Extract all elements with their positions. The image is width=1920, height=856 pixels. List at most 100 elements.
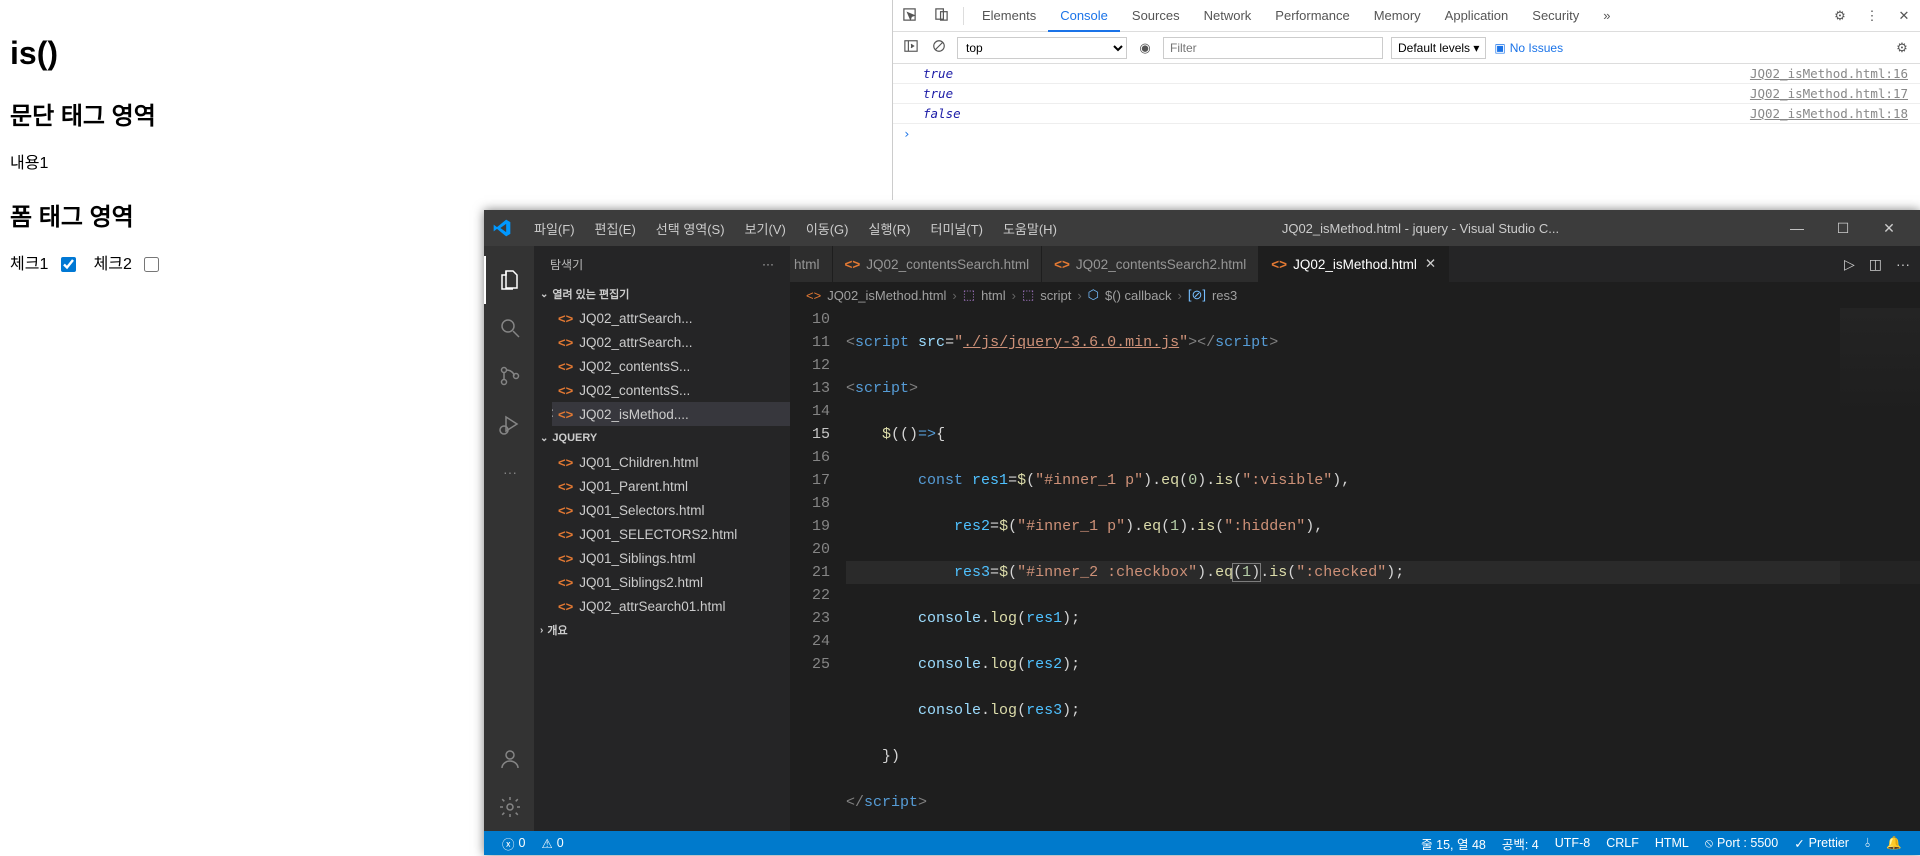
encoding[interactable]: UTF-8 xyxy=(1547,836,1598,850)
tab-more[interactable]: » xyxy=(1591,0,1622,32)
code-editor[interactable]: 10 11 12 13 14 15 16 17 18 19 20 21 22 2… xyxy=(790,308,1920,831)
more-icon[interactable]: ··· xyxy=(1896,256,1910,272)
tab-security[interactable]: Security xyxy=(1520,0,1591,32)
checkbox-1[interactable] xyxy=(61,257,76,272)
minimap[interactable] xyxy=(1840,308,1920,668)
file-item[interactable]: <>JQ01_SELECTORS2.html xyxy=(552,522,790,546)
more-icon[interactable]: ··· xyxy=(762,257,774,271)
live-server-port[interactable]: ⦸Port : 5500 xyxy=(1697,836,1786,851)
console-log-row: true JQ02_isMethod.html:16 xyxy=(893,64,1920,84)
method-icon: ⬡ xyxy=(1088,287,1099,303)
more-icon[interactable]: ··· xyxy=(484,448,534,496)
section-heading-1: 문단 태그 영역 xyxy=(10,96,710,131)
feedback-icon[interactable]: ⫰ xyxy=(1857,836,1878,851)
eye-icon[interactable]: ◉ xyxy=(1135,40,1155,56)
html-file-icon: <> xyxy=(1054,257,1070,272)
file-item[interactable]: <>JQ01_Parent.html xyxy=(552,474,790,498)
scm-icon[interactable] xyxy=(484,352,534,400)
tab-console[interactable]: Console xyxy=(1048,0,1120,32)
open-editor-item[interactable]: <>JQ02_contentsS... xyxy=(552,354,790,378)
open-editors-header[interactable]: ⌄ 열려 있는 편집기 xyxy=(534,282,790,306)
editor-tab[interactable]: <>JQ02_contentsSearch2.html xyxy=(1042,246,1259,282)
open-editor-item[interactable]: <>JQ02_contentsS... xyxy=(552,378,790,402)
file-item[interactable]: <>JQ01_Siblings2.html xyxy=(552,570,790,594)
gear-icon[interactable]: ⚙ xyxy=(1892,40,1912,56)
file-item[interactable]: <>JQ01_Selectors.html xyxy=(552,498,790,522)
console-toolbar: top ◉ Default levels ▾ ▣ No Issues ⚙ xyxy=(893,32,1920,64)
close-button[interactable]: ✕ xyxy=(1866,210,1912,246)
account-icon[interactable] xyxy=(484,735,534,783)
outline-header[interactable]: › 개요 xyxy=(534,618,790,642)
open-editor-item[interactable]: ✕<>JQ02_isMethod.... xyxy=(552,402,790,426)
errors-count[interactable]: ⓧ0 xyxy=(494,834,533,853)
gear-icon[interactable]: ⚙ xyxy=(1824,8,1856,24)
settings-gear-icon[interactable] xyxy=(484,783,534,831)
tab-sources[interactable]: Sources xyxy=(1120,0,1192,32)
tab-memory[interactable]: Memory xyxy=(1362,0,1433,32)
open-editor-item[interactable]: <>JQ02_attrSearch... xyxy=(552,306,790,330)
vscode-window: 파일(F) 편집(E) 선택 영역(S) 보기(V) 이동(G) 실행(R) 터… xyxy=(484,210,1920,855)
editor-tab[interactable]: html xyxy=(790,246,833,282)
log-value: true xyxy=(923,66,1750,81)
menu-view[interactable]: 보기(V) xyxy=(735,219,796,238)
filter-input[interactable] xyxy=(1163,37,1383,59)
levels-select[interactable]: Default levels ▾ xyxy=(1391,37,1486,59)
maximize-button[interactable]: ☐ xyxy=(1820,210,1866,246)
log-source-link[interactable]: JQ02_isMethod.html:17 xyxy=(1750,86,1920,101)
menu-terminal[interactable]: 터미널(T) xyxy=(920,219,992,238)
eol[interactable]: CRLF xyxy=(1598,836,1647,850)
html-file-icon: <> xyxy=(558,407,573,422)
no-issues-badge[interactable]: ▣ No Issues xyxy=(1494,41,1563,55)
split-editor-icon[interactable]: ◫ xyxy=(1869,256,1882,273)
close-icon[interactable]: ✕ xyxy=(1888,8,1920,24)
menu-selection[interactable]: 선택 영역(S) xyxy=(646,219,735,238)
menu-edit[interactable]: 편집(E) xyxy=(585,219,646,238)
editor-tab[interactable]: <>JQ02_isMethod.html✕ xyxy=(1259,246,1449,282)
menu-help[interactable]: 도움말(H) xyxy=(993,219,1067,238)
tab-application[interactable]: Application xyxy=(1433,0,1521,32)
log-source-link[interactable]: JQ02_isMethod.html:18 xyxy=(1750,106,1920,121)
window-title: JQ02_isMethod.html - jquery - Visual Stu… xyxy=(1067,221,1774,236)
warning-icon: ⚠ xyxy=(541,836,552,851)
code-lines[interactable]: <script src="./js/jquery-3.6.0.min.js"><… xyxy=(846,308,1920,831)
sidebar-toggle-icon[interactable] xyxy=(901,39,921,56)
menu-run[interactable]: 실행(R) xyxy=(859,219,921,238)
run-icon[interactable]: ▷ xyxy=(1844,256,1855,273)
open-editor-item[interactable]: <>JQ02_attrSearch... xyxy=(552,330,790,354)
indentation[interactable]: 공백: 4 xyxy=(1494,834,1547,853)
menu-file[interactable]: 파일(F) xyxy=(524,219,585,238)
menu-go[interactable]: 이동(G) xyxy=(796,219,859,238)
breadcrumb[interactable]: <>JQ02_isMethod.html › ⬚html › ⬚script ›… xyxy=(790,282,1920,308)
inspect-icon[interactable] xyxy=(893,7,925,25)
device-toggle-icon[interactable] xyxy=(925,7,957,25)
search-icon[interactable] xyxy=(484,304,534,352)
bell-icon[interactable]: 🔔 xyxy=(1878,836,1910,851)
prettier-status[interactable]: ✓Prettier xyxy=(1786,836,1857,851)
context-select[interactable]: top xyxy=(957,37,1127,59)
file-item[interactable]: <>JQ01_Siblings.html xyxy=(552,546,790,570)
tab-performance[interactable]: Performance xyxy=(1263,0,1361,32)
html-file-icon: <> xyxy=(558,311,573,326)
warnings-count[interactable]: ⚠0 xyxy=(533,836,571,851)
debug-icon[interactable] xyxy=(484,400,534,448)
editor-tab[interactable]: <>JQ02_contentsSearch.html xyxy=(833,246,1043,282)
close-icon[interactable]: ✕ xyxy=(1425,256,1436,272)
explorer-icon[interactable] xyxy=(484,256,534,304)
tab-network[interactable]: Network xyxy=(1192,0,1264,32)
checkbox-2[interactable] xyxy=(144,257,159,272)
clear-console-icon[interactable] xyxy=(929,39,949,56)
language-mode[interactable]: HTML xyxy=(1647,836,1697,850)
console-output: true JQ02_isMethod.html:16 true JQ02_isM… xyxy=(893,64,1920,143)
kebab-icon[interactable]: ⋮ xyxy=(1856,8,1888,24)
devtools-panel: Elements Console Sources Network Perform… xyxy=(892,0,1920,200)
vscode-titlebar[interactable]: 파일(F) 편집(E) 선택 영역(S) 보기(V) 이동(G) 실행(R) 터… xyxy=(484,210,1920,246)
console-prompt[interactable]: › xyxy=(893,124,1920,143)
file-item[interactable]: <>JQ02_attrSearch01.html xyxy=(552,594,790,618)
folder-header[interactable]: ⌄ JQUERY xyxy=(534,426,790,450)
tab-elements[interactable]: Elements xyxy=(970,0,1048,32)
minimize-button[interactable]: — xyxy=(1774,210,1820,246)
file-item[interactable]: <>JQ01_Children.html xyxy=(552,450,790,474)
log-source-link[interactable]: JQ02_isMethod.html:16 xyxy=(1750,66,1920,81)
cursor-position[interactable]: 줄 15, 열 48 xyxy=(1413,834,1494,853)
editor-tabs: html <>JQ02_contentsSearch.html <>JQ02_c… xyxy=(790,246,1920,282)
